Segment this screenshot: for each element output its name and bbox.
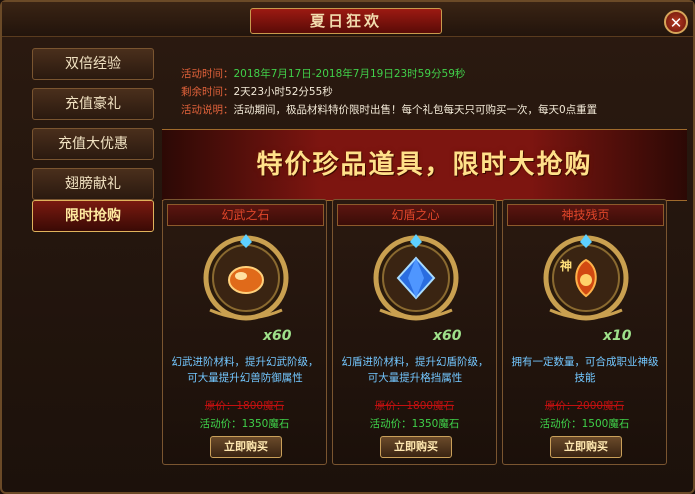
- product-count: x10: [603, 328, 632, 344]
- product-card: 幻武之石 x60 幻武进阶材料，提升幻武阶级，可大量提升幻兽防御属性 原价：18…: [162, 199, 327, 465]
- original-price: 原价：1800魔石: [204, 400, 285, 412]
- sidebar: 双倍经验 充值豪礼 充值大优惠 翅膀献礼 限时抢购: [20, 42, 160, 488]
- event-window: 夏日狂欢 ✕ 双倍经验 充值豪礼 充值大优惠 翅膀献礼 限时抢购 活动时间：20…: [0, 0, 695, 494]
- product-description: 幻盾进阶材料，提升幻盾阶级，可大量提升格挡属性: [341, 356, 489, 384]
- divine-badge: 神: [560, 258, 572, 273]
- buy-button[interactable]: 立即购买: [380, 436, 452, 458]
- product-name: 幻盾之心: [337, 204, 494, 226]
- product-name: 幻武之石: [167, 204, 324, 226]
- window-title: 夏日狂欢: [250, 8, 442, 34]
- sale-price: 活动价：1350魔石: [199, 418, 290, 430]
- close-button[interactable]: ✕: [664, 10, 688, 34]
- product-description: 幻武进阶材料，提升幻武阶级，可大量提升幻兽防御属性: [171, 356, 319, 384]
- remaining-time-label: 剩余时间：: [181, 86, 234, 98]
- original-price: 原价：2000魔石: [544, 400, 625, 412]
- remaining-time-value: 2天23小时52分55秒: [233, 86, 333, 98]
- promo-banner: 特价珍品道具，限时大抢购: [162, 129, 687, 201]
- blue-gem-icon: [373, 234, 459, 321]
- sidebar-item-recharge-discount[interactable]: 充值大优惠: [32, 128, 154, 160]
- event-time-label: 活动时间：: [181, 68, 234, 80]
- product-count: x60: [263, 328, 292, 344]
- event-desc-row: 活动说明：活动期间，极品材料特价限时出售！每个礼包每天只可购买一次，每天0点重置: [181, 101, 597, 120]
- orange-stone-icon: [203, 234, 289, 321]
- event-time-row: 活动时间：2018年7月17日-2018年7月19日23时59分59秒: [181, 65, 465, 84]
- event-desc-label: 活动说明：: [181, 104, 234, 116]
- product-card: 神技残页 神 x10 拥有一定数量，可合成职业神级技能 原价：2000魔石 活动…: [502, 199, 667, 465]
- sale-price: 活动价：1350魔石: [369, 418, 460, 430]
- product-card: 幻盾之心 x60 幻盾进阶材料，提升幻盾阶级，可大量提升格挡属性 原价：1800…: [332, 199, 497, 465]
- product-description: 拥有一定数量，可合成职业神级技能: [511, 356, 659, 384]
- sidebar-item-double-exp[interactable]: 双倍经验: [32, 48, 154, 80]
- buy-button[interactable]: 立即购买: [210, 436, 282, 458]
- original-price: 原价：1800魔石: [374, 400, 455, 412]
- buy-button[interactable]: 立即购买: [550, 436, 622, 458]
- skill-scroll-icon: 神: [543, 234, 629, 321]
- event-time-value: 2018年7月17日-2018年7月19日23时59分59秒: [233, 68, 466, 80]
- product-count: x60: [433, 328, 462, 344]
- title-bar: 夏日狂欢: [2, 2, 693, 37]
- remaining-time-row: 剩余时间：2天23小时52分55秒: [181, 83, 333, 102]
- event-info: 活动时间：2018年7月17日-2018年7月19日23时59分59秒 剩余时间…: [167, 57, 687, 129]
- sale-price: 活动价：1500魔石: [539, 418, 630, 430]
- sidebar-item-wing-gift[interactable]: 翅膀献礼: [32, 168, 154, 200]
- event-desc-value: 活动期间，极品材料特价限时出售！每个礼包每天只可购买一次，每天0点重置: [233, 104, 598, 116]
- banner-text: 特价珍品道具，限时大抢购: [256, 150, 593, 180]
- product-name: 神技残页: [507, 204, 664, 226]
- sidebar-item-recharge-gift[interactable]: 充值豪礼: [32, 88, 154, 120]
- sidebar-item-flash-sale[interactable]: 限时抢购: [32, 200, 154, 232]
